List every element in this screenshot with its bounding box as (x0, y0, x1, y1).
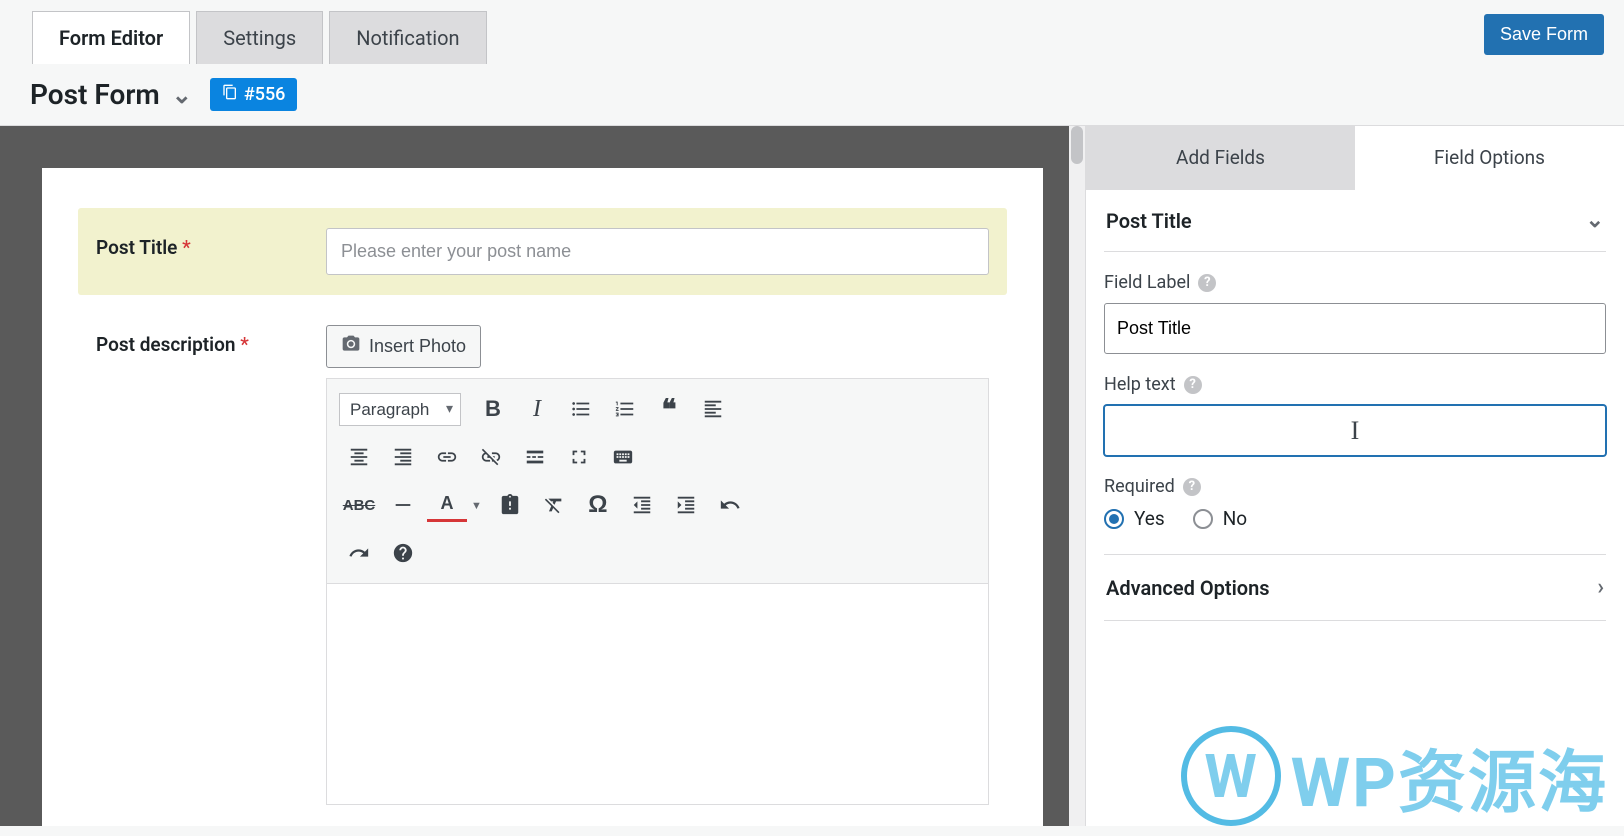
horizontal-rule-button[interactable] (383, 485, 423, 525)
canvas-inner: Post Title * Post description * (42, 168, 1043, 826)
radio-label: No (1223, 507, 1247, 530)
link-button[interactable] (427, 437, 467, 477)
keyboard-button[interactable] (603, 437, 643, 477)
post-title-input[interactable] (326, 228, 989, 275)
outdent-button[interactable] (622, 485, 662, 525)
chevron-down-icon: ⌄ (1586, 208, 1604, 233)
field-input-wrap (326, 228, 989, 275)
blockquote-button[interactable]: ❝ (649, 389, 689, 429)
strikethrough-button[interactable]: ABC (339, 485, 379, 525)
editor-toolbar: Paragraph B I ❝ (327, 379, 988, 584)
field-label: Post description * (96, 325, 306, 356)
tab-add-fields[interactable]: Add Fields (1086, 126, 1355, 190)
redo-button[interactable] (339, 533, 379, 573)
sidebar: Add Fields Field Options Post Title ⌄ Fi… (1085, 126, 1624, 826)
field-post-title[interactable]: Post Title * (78, 208, 1007, 295)
label-text: Required (1104, 476, 1175, 497)
main-layout: Post Title * Post description * (0, 125, 1624, 826)
label-field-label: Field Label ? (1104, 272, 1606, 293)
italic-button[interactable]: I (517, 389, 557, 429)
align-center-button[interactable] (339, 437, 379, 477)
editor-wrap: Insert Photo Paragraph B (326, 325, 989, 805)
radio-label: Yes (1134, 507, 1165, 530)
main-tabs: Form Editor Settings Notification (32, 11, 487, 64)
tab-notification[interactable]: Notification (329, 11, 486, 64)
text-color-button[interactable]: A (427, 488, 467, 522)
label-required: Required ? (1104, 476, 1606, 497)
label-text: Post Title (96, 236, 177, 259)
form-name-text: Post Form (30, 78, 160, 111)
watermark: W WP资源海 (1181, 726, 1608, 826)
help-icon[interactable]: ? (1183, 478, 1201, 496)
tab-field-options[interactable]: Field Options (1355, 126, 1624, 190)
label-help-text: Help text ? (1104, 374, 1606, 395)
copy-icon (222, 84, 238, 105)
section-title-text: Post Title (1106, 209, 1192, 233)
insert-photo-button[interactable]: Insert Photo (326, 325, 481, 368)
required-radio-group: Yes No (1104, 507, 1606, 530)
sidebar-tabs: Add Fields Field Options (1086, 126, 1624, 190)
field-post-description[interactable]: Post description * Insert Photo (78, 305, 1007, 825)
label-text: Help text (1104, 374, 1176, 395)
group-required: Required ? Yes No (1104, 476, 1606, 530)
title-row: Post Form ⌄ #556 (0, 64, 1624, 125)
clear-formatting-button[interactable] (534, 485, 574, 525)
scrollbar[interactable] (1069, 126, 1085, 826)
help-text-input[interactable] (1104, 405, 1606, 456)
indent-button[interactable] (666, 485, 706, 525)
bold-button[interactable]: B (473, 389, 513, 429)
unlink-button[interactable] (471, 437, 511, 477)
field-label: Post Title * (96, 228, 306, 275)
chevron-down-icon: ⌄ (172, 81, 192, 109)
help-icon[interactable]: ? (1184, 376, 1202, 394)
watermark-text: WP资源海 (1291, 727, 1608, 826)
section-post-title[interactable]: Post Title ⌄ (1104, 190, 1606, 252)
radio-required-no[interactable]: No (1193, 507, 1247, 530)
top-bar: Form Editor Settings Notification Save F… (0, 0, 1624, 64)
camera-icon (341, 334, 361, 359)
form-id-badge[interactable]: #556 (210, 78, 298, 111)
required-star: * (240, 333, 249, 356)
radio-icon (1193, 509, 1213, 529)
editor-content-area[interactable] (327, 584, 988, 804)
chevron-down-icon[interactable]: ▼ (467, 499, 486, 512)
insert-photo-label: Insert Photo (369, 336, 466, 357)
radio-icon (1104, 509, 1124, 529)
fullscreen-button[interactable] (559, 437, 599, 477)
special-char-button[interactable]: Ω (578, 485, 618, 525)
section-advanced-options[interactable]: Advanced Options › (1104, 554, 1606, 621)
tab-form-editor[interactable]: Form Editor (32, 11, 190, 64)
paste-text-button[interactable] (490, 485, 530, 525)
align-right-button[interactable] (383, 437, 423, 477)
align-left-button[interactable] (693, 389, 733, 429)
chevron-right-icon: › (1597, 575, 1604, 600)
save-form-button[interactable]: Save Form (1484, 14, 1604, 55)
form-id-text: #556 (244, 84, 286, 105)
advanced-label-text: Advanced Options (1106, 576, 1270, 600)
rich-editor: Paragraph B I ❝ (326, 378, 989, 805)
bullet-list-button[interactable] (561, 389, 601, 429)
label-text: Post description (96, 333, 235, 356)
radio-required-yes[interactable]: Yes (1104, 507, 1165, 530)
number-list-button[interactable] (605, 389, 645, 429)
field-label-input[interactable] (1104, 303, 1606, 354)
label-text: Field Label (1104, 272, 1190, 293)
group-help-text: Help text ? I (1104, 374, 1606, 456)
form-title-dropdown[interactable]: Post Form ⌄ (30, 78, 192, 111)
group-field-label: Field Label ? (1104, 272, 1606, 354)
help-button[interactable] (383, 533, 423, 573)
help-icon[interactable]: ? (1198, 274, 1216, 292)
scrollbar-thumb[interactable] (1071, 126, 1083, 164)
required-star: * (182, 236, 191, 259)
insert-more-button[interactable] (515, 437, 555, 477)
wordpress-logo-icon: W (1181, 726, 1281, 826)
undo-button[interactable] (710, 485, 750, 525)
tab-settings[interactable]: Settings (196, 11, 323, 64)
form-canvas: Post Title * Post description * (0, 126, 1085, 826)
paragraph-select[interactable]: Paragraph (339, 393, 461, 426)
